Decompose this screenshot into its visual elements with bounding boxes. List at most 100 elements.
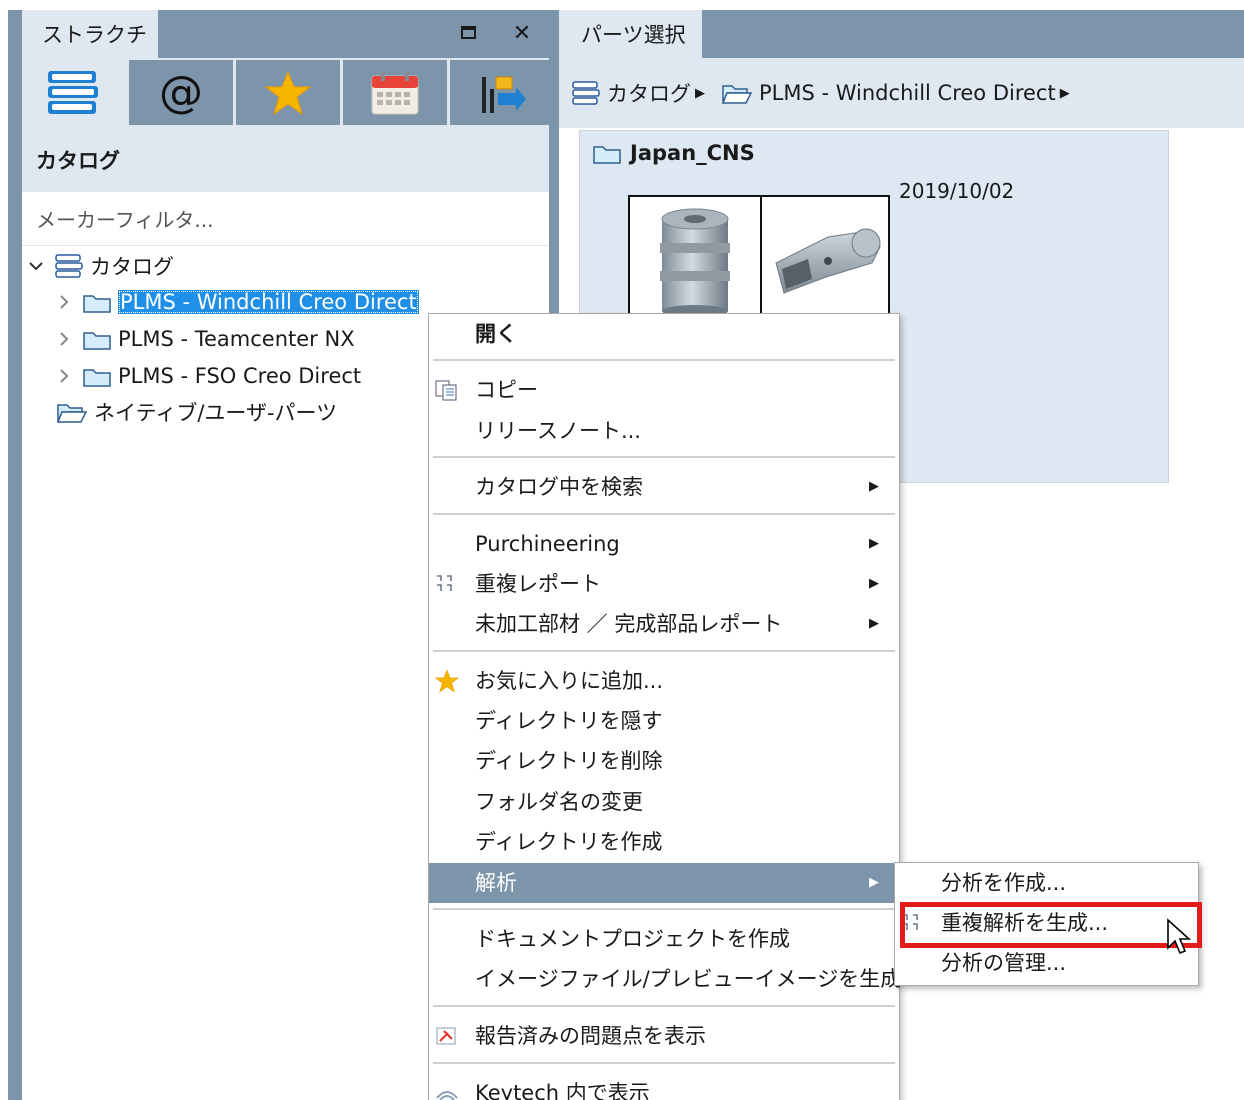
chevron-down-icon[interactable]	[26, 261, 46, 271]
at-sign-icon: @	[159, 67, 203, 118]
menu-item-show-in-keytech[interactable]: Keytech 内で表示	[429, 1073, 899, 1100]
catalog-icon	[48, 70, 98, 114]
context-menu: 開く コピー リリースノート... カタログ中を検索 ▶ Purchineeri…	[428, 313, 901, 1100]
submenu-arrow-icon: ▶	[869, 875, 879, 890]
menu-item-label: コピー	[475, 378, 538, 402]
address-tab-button[interactable]: @	[129, 60, 233, 125]
open-folder-icon	[721, 81, 753, 105]
close-button[interactable]: ✕	[506, 18, 538, 50]
star-icon	[264, 70, 312, 115]
maximize-button[interactable]	[452, 18, 484, 50]
tab-structure[interactable]: ストラクチャ	[22, 10, 158, 97]
tree-item-windchill-creo-direct[interactable]: PLMS - Windchill Creo Direct	[54, 285, 419, 319]
menu-separator	[433, 513, 895, 515]
menu-item-copy[interactable]: コピー	[429, 370, 899, 410]
menu-item-manage-analysis[interactable]: 分析の管理...	[895, 943, 1198, 983]
clevis-part-icon	[775, 228, 881, 294]
menu-item-delete-directory[interactable]: ディレクトリを削除	[429, 741, 899, 781]
breadcrumb: カタログ ▶ PLMS - Windchill Creo Direct ▶	[559, 58, 1244, 128]
favorites-tab-button[interactable]	[236, 60, 340, 125]
catalog-tab-button[interactable]	[22, 60, 126, 125]
chevron-right-icon[interactable]	[54, 332, 74, 346]
tree-item-teamcenter-nx[interactable]: PLMS - Teamcenter NX	[54, 322, 355, 356]
import-icon	[482, 76, 526, 113]
menu-item-open[interactable]: 開く	[429, 314, 899, 354]
menu-item-create-document-project[interactable]: ドキュメントプロジェクトを作成	[429, 919, 899, 959]
analysis-submenu: 分析を作成... 重複解析を生成... 分析の管理...	[894, 862, 1199, 986]
menu-item-generate-image-files[interactable]: イメージファイル/プレビューイメージを生成	[429, 959, 901, 999]
menu-item-duplicate-report[interactable]: 重複レポート ▶	[429, 564, 899, 604]
card-date: 2019/10/02	[899, 179, 1015, 203]
tree-item-label: PLMS - Windchill Creo Direct	[118, 290, 419, 314]
menu-item-raw-material-report[interactable]: 未加工部材 ／ 完成部品レポート ▶	[429, 604, 899, 644]
submenu-arrow-icon: ▶	[869, 536, 879, 551]
submenu-arrow-icon: ▶	[869, 576, 879, 591]
chevron-right-icon[interactable]	[54, 369, 74, 383]
window-top-strip	[0, 0, 1244, 10]
menu-item-create-analysis[interactable]: 分析を作成...	[895, 863, 1198, 903]
chevron-right-icon[interactable]	[54, 295, 74, 309]
manufacturer-filter-input[interactable]	[22, 194, 549, 246]
menu-separator	[433, 650, 895, 652]
menu-item-label: 重複レポート	[475, 572, 601, 596]
menu-item-label: カタログ中を検索	[475, 475, 643, 499]
tree-item-fso-creo-direct[interactable]: PLMS - FSO Creo Direct	[54, 359, 361, 393]
parts-panel-header: パーツ選択	[559, 10, 1244, 58]
tree-item-native-user-parts[interactable]: ネイティブ/ユーザ-パーツ	[56, 395, 337, 429]
card-title: Japan_CNS	[592, 141, 755, 165]
import-tab-button[interactable]	[450, 60, 554, 125]
menu-item-rename-folder[interactable]: フォルダ名の変更	[429, 782, 899, 822]
breadcrumb-item-catalog[interactable]: カタログ	[571, 78, 691, 108]
copy-icon	[433, 378, 461, 402]
breadcrumb-arrow-icon[interactable]: ▶	[1060, 86, 1070, 101]
tree-item-label: カタログ	[90, 255, 174, 279]
structure-panel-header: ストラクチャ ✕	[22, 10, 549, 97]
menu-item-search-in-catalog[interactable]: カタログ中を検索 ▶	[429, 467, 899, 507]
menu-separator	[433, 1062, 895, 1064]
bushing-part-icon	[660, 208, 730, 317]
submenu-arrow-icon: ▶	[869, 616, 879, 631]
keytech-icon	[433, 1081, 461, 1100]
window-left-border	[8, 10, 22, 1100]
menu-item-generate-duplicate-analysis[interactable]: 重複解析を生成...	[895, 903, 1198, 943]
menu-separator	[433, 456, 895, 458]
menu-item-label: Keytech 内で表示	[475, 1081, 650, 1100]
folder-icon	[82, 327, 112, 351]
menu-item-release-notes[interactable]: リリースノート...	[429, 411, 899, 451]
tree-item-catalog-root[interactable]: カタログ	[26, 249, 174, 283]
menu-item-create-directory[interactable]: ディレクトリを作成	[429, 822, 899, 862]
menu-item-label: 報告済みの問題点を表示	[475, 1024, 706, 1048]
open-folder-icon	[56, 400, 88, 424]
calendar-tab-button[interactable]	[343, 60, 447, 125]
menu-separator	[433, 908, 895, 910]
menu-item-label: 重複解析を生成...	[941, 911, 1109, 935]
menu-item-purchineering[interactable]: Purchineering ▶	[429, 524, 899, 564]
breadcrumb-label: カタログ	[607, 82, 691, 106]
menu-item-show-reported-issues[interactable]: 報告済みの問題点を表示	[429, 1016, 899, 1056]
tab-parts-selection[interactable]: パーツ選択	[559, 10, 702, 58]
duplicate-icon	[433, 572, 461, 596]
breadcrumb-item-windchill[interactable]: PLMS - Windchill Creo Direct	[721, 81, 1056, 105]
menu-separator	[433, 359, 895, 361]
maximize-icon	[460, 25, 476, 39]
folder-icon	[592, 141, 622, 165]
menu-item-analysis[interactable]: 解析 ▶	[429, 863, 899, 903]
card-title-label: Japan_CNS	[630, 141, 755, 165]
menu-separator	[433, 1005, 895, 1007]
catalog-icon	[54, 254, 84, 278]
catalog-icon	[571, 81, 601, 105]
folder-icon	[82, 290, 112, 314]
calendar-icon	[371, 71, 419, 114]
menu-item-hide-directory[interactable]: ディレクトリを隠す	[429, 701, 899, 741]
structure-toolbar: @	[22, 58, 554, 127]
star-icon	[433, 669, 461, 693]
breadcrumb-label: PLMS - Windchill Creo Direct	[759, 81, 1056, 105]
menu-item-label: Purchineering	[475, 532, 620, 556]
menu-item-add-favorite[interactable]: お気に入りに追加...	[429, 661, 899, 701]
submenu-arrow-icon: ▶	[869, 479, 879, 494]
breadcrumb-arrow-icon[interactable]: ▶	[695, 86, 705, 101]
tree-item-label: PLMS - FSO Creo Direct	[118, 364, 362, 388]
catalog-section-title: カタログ	[22, 127, 549, 192]
menu-item-label: お気に入りに追加...	[475, 669, 664, 693]
mouse-cursor-icon	[1167, 918, 1192, 955]
